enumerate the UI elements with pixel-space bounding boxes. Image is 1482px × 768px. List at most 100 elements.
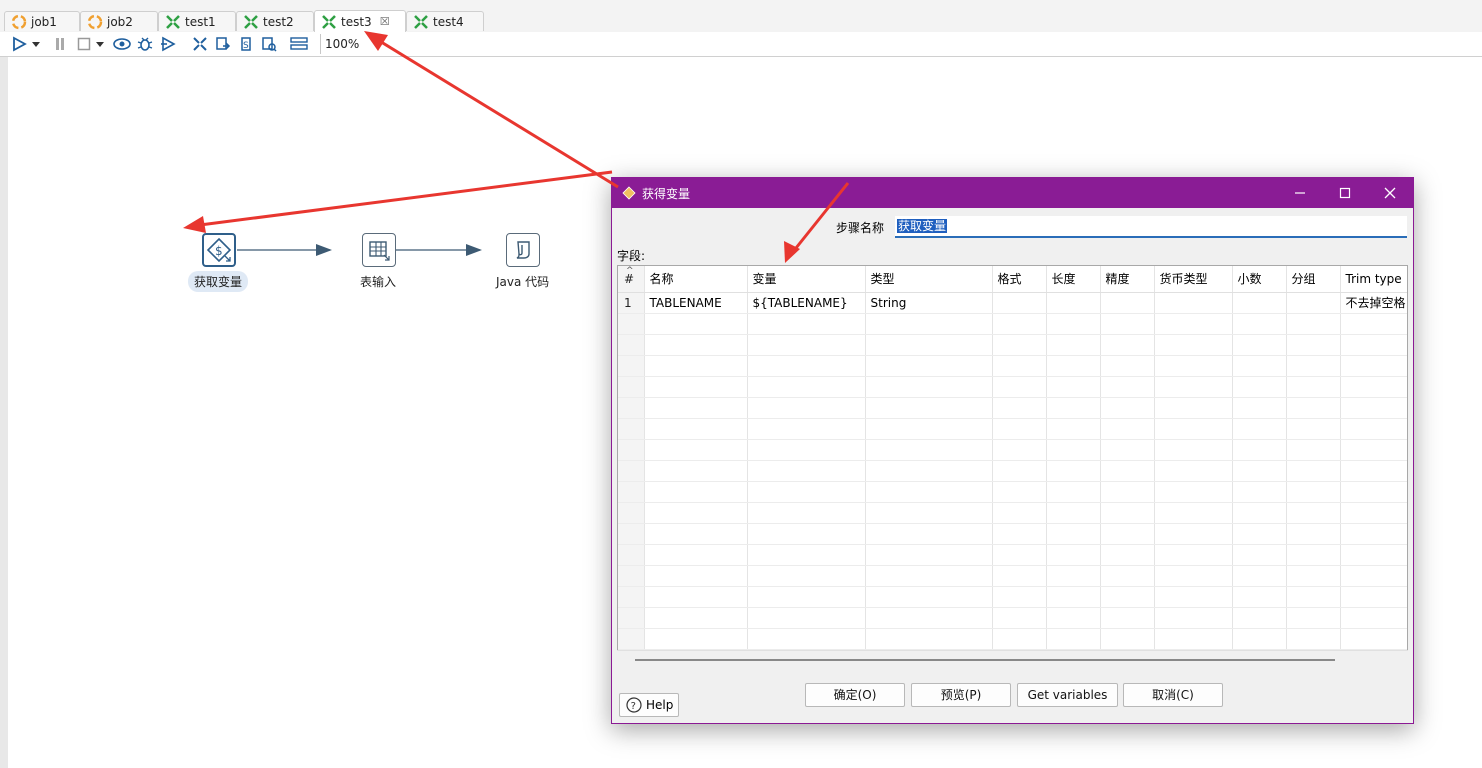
table-cell[interactable] [865,565,993,587]
table-cell[interactable] [1286,376,1341,398]
table-cell[interactable] [1046,481,1101,503]
table-cell[interactable] [865,376,993,398]
column-header[interactable]: 变量 [747,266,866,293]
table-cell[interactable] [1286,544,1341,566]
table-cell[interactable] [1046,439,1101,461]
table-cell[interactable] [1154,355,1233,377]
table-cell[interactable] [1046,334,1101,356]
table-row-empty[interactable] [618,523,1407,545]
table-row-empty[interactable] [618,481,1407,503]
table-row-empty[interactable] [618,628,1407,650]
table-cell[interactable] [1286,397,1341,419]
table-row-empty[interactable] [618,607,1407,629]
ok-button[interactable]: 确定(O) [805,683,905,707]
table-cell[interactable] [1046,607,1101,629]
table-cell[interactable] [1100,502,1155,524]
table-cell[interactable] [1232,439,1287,461]
table-cell[interactable] [644,334,748,356]
table-cell[interactable] [1232,502,1287,524]
table-cell[interactable] [1340,313,1407,335]
table-cell[interactable] [1154,334,1233,356]
table-cell[interactable] [644,397,748,419]
table-cell[interactable] [865,334,993,356]
table-cell[interactable] [747,376,866,398]
fields-table[interactable]: # 名称 变量 类型 格式 长度 精度 货币类型 小数 分组 Trim type… [617,265,1408,669]
table-cell[interactable]: 不去掉空格 [1340,292,1407,314]
table-cell[interactable] [865,313,993,335]
table-cell[interactable] [992,418,1047,440]
table-row-empty[interactable] [618,313,1407,335]
table-cell[interactable] [644,607,748,629]
table-cell[interactable] [644,460,748,482]
table-cell[interactable] [992,397,1047,419]
table-cell[interactable] [1286,292,1341,314]
table-cell[interactable] [747,565,866,587]
table-cell[interactable] [992,313,1047,335]
table-cell[interactable] [644,544,748,566]
table-cell[interactable] [1154,607,1233,629]
table-cell[interactable] [1154,376,1233,398]
table-cell[interactable] [1286,628,1341,650]
table-cell[interactable] [1232,292,1287,314]
table-cell[interactable] [1100,460,1155,482]
table-cell[interactable] [992,586,1047,608]
table-cell[interactable] [1100,544,1155,566]
table-cell[interactable] [1100,313,1155,335]
step-java-code[interactable] [506,233,540,267]
table-row-empty[interactable] [618,355,1407,377]
table-cell[interactable] [1232,544,1287,566]
column-header[interactable]: 格式 [992,266,1047,293]
table-cell[interactable] [1046,355,1101,377]
table-cell[interactable] [1340,607,1407,629]
table-cell[interactable] [1100,481,1155,503]
table-cell[interactable] [865,628,993,650]
table-cell[interactable] [1046,586,1101,608]
table-cell[interactable] [1232,586,1287,608]
table-cell[interactable] [992,439,1047,461]
table-cell[interactable] [1046,292,1101,314]
table-cell[interactable] [1100,628,1155,650]
table-row-empty[interactable] [618,376,1407,398]
table-cell[interactable] [1340,334,1407,356]
step-label-table-input[interactable]: 表输入 [360,273,396,290]
cancel-button[interactable]: 取消(C) [1123,683,1223,707]
table-cell[interactable] [644,355,748,377]
help-button[interactable]: ? Help [619,693,679,717]
table-cell[interactable] [1100,334,1155,356]
table-cell[interactable] [644,313,748,335]
table-cell[interactable] [644,418,748,440]
table-cell[interactable] [747,586,866,608]
table-cell[interactable] [1286,313,1341,335]
table-cell[interactable] [1340,586,1407,608]
table-cell[interactable] [1340,523,1407,545]
step-get-variables[interactable]: $ [202,233,236,267]
table-cell[interactable] [644,586,748,608]
column-header[interactable]: 精度 [1100,266,1155,293]
table-cell[interactable] [1154,565,1233,587]
table-row-empty[interactable] [618,460,1407,482]
table-cell[interactable] [1046,376,1101,398]
preview-button[interactable]: 预览(P) [911,683,1011,707]
column-header[interactable]: 类型 [865,266,993,293]
table-cell[interactable] [1046,397,1101,419]
table-cell[interactable] [1100,586,1155,608]
table-cell[interactable] [1232,397,1287,419]
table-row-empty[interactable] [618,439,1407,461]
table-cell[interactable] [992,628,1047,650]
table-cell[interactable] [1154,439,1233,461]
table-cell[interactable] [992,292,1047,314]
table-cell[interactable] [992,607,1047,629]
table-cell[interactable] [992,481,1047,503]
close-icon[interactable] [1375,182,1405,204]
table-cell[interactable] [747,355,866,377]
table-cell[interactable] [1154,397,1233,419]
table-cell[interactable] [644,481,748,503]
table-cell[interactable] [747,334,866,356]
table-cell[interactable] [1340,460,1407,482]
table-cell[interactable] [1286,418,1341,440]
table-cell[interactable] [1154,313,1233,335]
step-label-java-code[interactable]: Java 代码 [496,273,549,290]
table-cell[interactable] [1340,544,1407,566]
table-cell[interactable] [1232,376,1287,398]
table-row-empty[interactable] [618,334,1407,356]
